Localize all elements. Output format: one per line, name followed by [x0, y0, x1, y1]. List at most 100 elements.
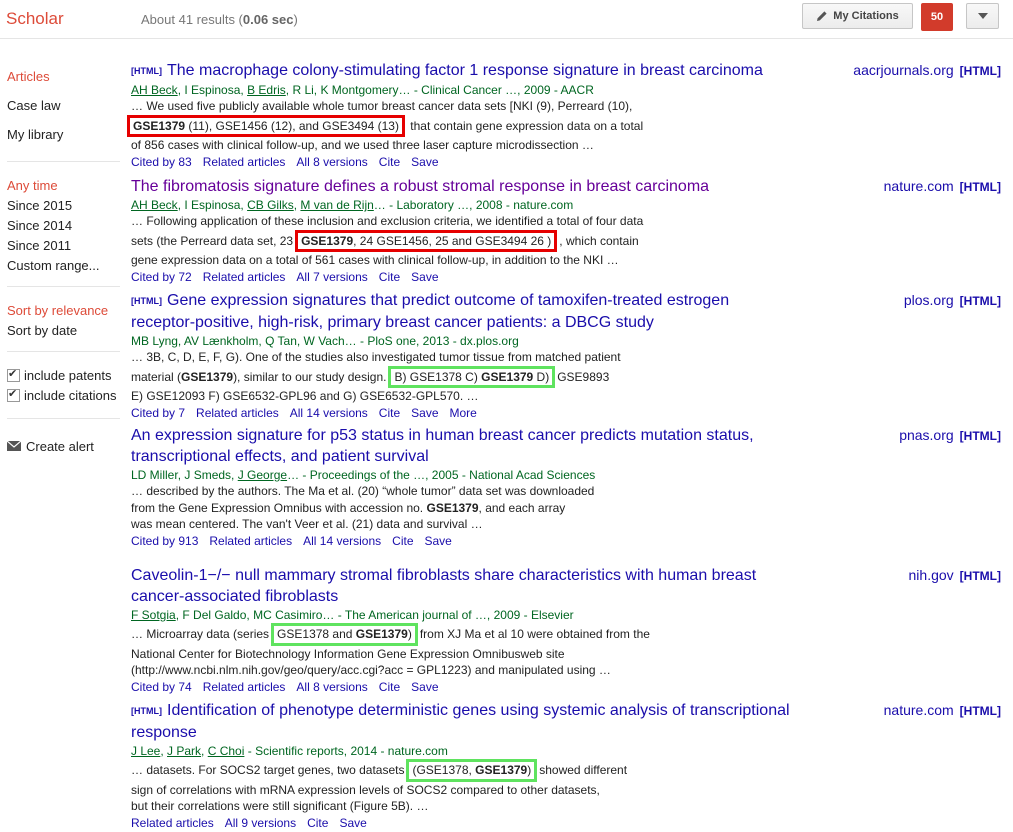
sidebar-item-since-2011[interactable]: Since 2011	[7, 238, 71, 253]
cite-link[interactable]: Cite	[379, 270, 400, 284]
author-link[interactable]: AH Beck	[131, 198, 178, 212]
caret-down-icon	[977, 13, 988, 19]
sidebar-item-any-time[interactable]: Any time	[7, 178, 58, 193]
all-versions-link[interactable]: All 9 versions	[225, 816, 296, 830]
cite-link[interactable]: Cite	[307, 816, 328, 830]
related-articles-link[interactable]: Related articles	[196, 406, 279, 420]
all-versions-link[interactable]: All 7 versions	[296, 270, 367, 284]
result-links: Cited by 83 Related articles All 8 version…	[131, 154, 1001, 171]
result-links: Cited by 74 Related articles All 8 version…	[131, 679, 1001, 696]
author-link[interactable]: AH Beck	[131, 83, 178, 97]
more-link[interactable]: More	[450, 406, 477, 420]
sidebar-item-custom-range[interactable]: Custom range...	[7, 258, 100, 273]
checkbox-checked-icon	[7, 367, 20, 382]
result-authors: J Lee, J Park, C Choi - Scientific repor…	[131, 744, 448, 758]
related-articles-link[interactable]: Related articles	[131, 816, 214, 830]
result-title[interactable]: [HTML] Gene expression signatures that pr…	[131, 290, 831, 333]
search-result: An expression signature for p53 status i…	[131, 425, 1001, 550]
search-result: [HTML] Gene expression signatures that pr…	[131, 290, 1001, 422]
results-count: About 41 results (0.06 sec)	[141, 12, 298, 27]
sidebar-item-since-2014[interactable]: Since 2014	[7, 218, 72, 233]
sidebar-divider	[7, 351, 120, 352]
sidebar-item-sort-date[interactable]: Sort by date	[7, 323, 77, 338]
all-versions-link[interactable]: All 14 versions	[290, 406, 368, 420]
cite-link[interactable]: Cite	[379, 680, 400, 694]
alerts-badge[interactable]: 50	[921, 3, 953, 31]
result-snippet: … Microarray data (series GSE1378 and GSE…	[131, 623, 1001, 679]
result-snippet: … Following application of these inclusi…	[131, 214, 644, 267]
author-link[interactable]: J Park	[167, 744, 201, 758]
cited-by-link[interactable]: Cited by 83	[131, 155, 192, 169]
sidebar-divider	[7, 418, 120, 419]
search-result: The fibromatosis signature defines a rob…	[131, 176, 1001, 286]
result-links: Cited by 72 Related articles All 7 version…	[131, 269, 1001, 286]
author-link[interactable]: CB Gilks	[247, 198, 294, 212]
header-divider	[0, 38, 1013, 39]
cite-link[interactable]: Cite	[379, 406, 400, 420]
result-source[interactable]: pnas.org [HTML]	[899, 425, 1001, 447]
author-link[interactable]: B Edris	[247, 83, 286, 97]
related-articles-link[interactable]: Related articles	[203, 680, 286, 694]
include-citations-checkbox[interactable]: include citations	[7, 387, 117, 403]
cited-by-link[interactable]: Cited by 913	[131, 534, 198, 548]
search-result: [HTML] Identification of phenotype determ…	[131, 700, 1001, 832]
result-source[interactable]: aacrjournals.org [HTML]	[853, 60, 1001, 82]
options-menu-button[interactable]	[966, 3, 999, 29]
envelope-icon	[6, 440, 22, 451]
scholar-logo[interactable]: Scholar	[6, 9, 64, 29]
highlight-box: GSE1379 (11), GSE1456 (12), and GSE3494 …	[127, 114, 405, 137]
result-source[interactable]: nature.com [HTML]	[884, 176, 1001, 198]
result-authors: F Sotgia, F Del Galdo, MC Casimiro… - Th…	[131, 608, 574, 622]
related-articles-link[interactable]: Related articles	[209, 534, 292, 548]
result-authors: AH Beck, I Espinosa, B Edris, R Li, K Mo…	[131, 83, 594, 97]
sidebar-item-sort-relevance[interactable]: Sort by relevance	[7, 303, 108, 318]
sidebar-divider	[7, 286, 120, 287]
create-alert-link[interactable]: Create alert	[6, 439, 94, 454]
result-authors: AH Beck, I Espinosa, CB Gilks, M van de …	[131, 198, 574, 212]
result-title[interactable]: The fibromatosis signature defines a rob…	[131, 176, 831, 197]
related-articles-link[interactable]: Related articles	[203, 270, 286, 284]
author-link[interactable]: J George	[238, 468, 287, 482]
result-source[interactable]: nature.com [HTML]	[884, 700, 1001, 722]
save-link[interactable]: Save	[411, 406, 438, 420]
highlight-box: GSE1378 and GSE1379)	[271, 623, 418, 646]
author-link[interactable]: C Choi	[208, 744, 245, 758]
sidebar-item-case-law[interactable]: Case law	[7, 98, 60, 113]
search-result: Caveolin-1−/− null mammary stromal fibro…	[131, 565, 1001, 696]
all-versions-link[interactable]: All 14 versions	[303, 534, 381, 548]
save-link[interactable]: Save	[411, 155, 438, 169]
my-citations-button[interactable]: My Citations	[802, 3, 913, 29]
author-link[interactable]: M van de Rijn	[300, 198, 373, 212]
author-link[interactable]: J Lee	[131, 744, 160, 758]
related-articles-link[interactable]: Related articles	[203, 155, 286, 169]
search-result: [HTML] The macrophage colony-stimulating …	[127, 60, 1001, 171]
cite-link[interactable]: Cite	[392, 534, 413, 548]
sidebar-divider	[7, 161, 120, 162]
result-snippet: … We used five publicly available whole …	[127, 98, 1001, 154]
all-versions-link[interactable]: All 8 versions	[296, 680, 367, 694]
result-snippet: … 3B, C, D, E, F, G). One of the studies…	[131, 350, 621, 403]
cite-link[interactable]: Cite	[379, 155, 400, 169]
sidebar-item-since-2015[interactable]: Since 2015	[7, 198, 72, 213]
result-title[interactable]: Caveolin-1−/− null mammary stromal fibro…	[131, 565, 831, 607]
result-title[interactable]: An expression signature for p53 status i…	[131, 425, 831, 467]
cited-by-link[interactable]: Cited by 74	[131, 680, 192, 694]
include-patents-checkbox[interactable]: include patents	[7, 367, 111, 383]
save-link[interactable]: Save	[411, 270, 438, 284]
save-link[interactable]: Save	[339, 816, 366, 830]
result-source[interactable]: plos.org [HTML]	[904, 290, 1001, 312]
result-source[interactable]: nih.gov [HTML]	[909, 565, 1001, 587]
result-title[interactable]: [HTML] The macrophage colony-stimulating …	[131, 60, 831, 82]
result-authors: LD Miller, J Smeds, J George… - Proceedi…	[131, 468, 596, 482]
sidebar-item-my-library[interactable]: My library	[7, 127, 63, 142]
save-link[interactable]: Save	[425, 534, 452, 548]
all-versions-link[interactable]: All 8 versions	[296, 155, 367, 169]
cited-by-link[interactable]: Cited by 72	[131, 270, 192, 284]
author-link[interactable]: F Sotgia	[131, 608, 176, 622]
cited-by-link[interactable]: Cited by 7	[131, 406, 185, 420]
result-title[interactable]: [HTML] Identification of phenotype determ…	[131, 700, 831, 743]
highlight-box: B) GSE1378 C) GSE1379 D)	[388, 365, 556, 388]
save-link[interactable]: Save	[411, 680, 438, 694]
sidebar-item-articles[interactable]: Articles	[7, 69, 50, 84]
result-snippet: … datasets. For SOCS2 target genes, two …	[131, 759, 1001, 815]
